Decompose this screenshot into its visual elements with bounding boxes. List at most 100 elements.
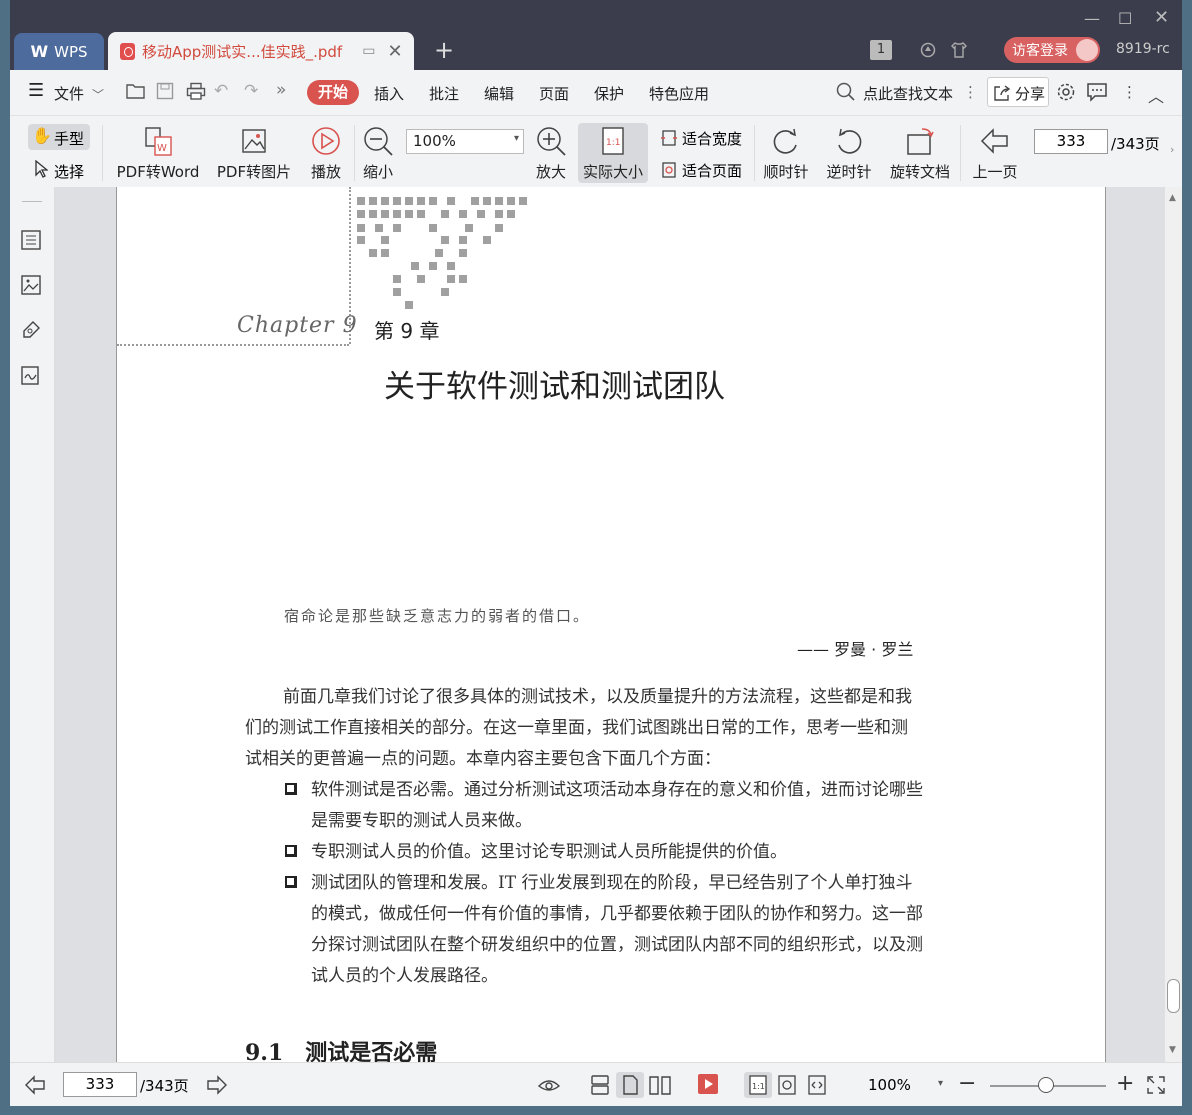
- annotation-pen-icon[interactable]: [20, 319, 42, 341]
- search-icon[interactable]: [836, 82, 856, 102]
- next-page-arrow-icon[interactable]: [206, 1075, 228, 1095]
- paragraph-line: 们的测试工作直接相关的部分。在这一章里面，我们试图跳出日常的工作，思考一些和测: [245, 718, 908, 738]
- shirt-icon[interactable]: [950, 41, 968, 59]
- fit-page-icon[interactable]: [776, 1074, 798, 1096]
- menu-page[interactable]: 页面: [539, 83, 569, 104]
- menu-file[interactable]: 文件: [54, 83, 84, 104]
- fit-width-button[interactable]: 适合宽度: [660, 127, 750, 149]
- more-vertical-icon[interactable]: ⋮: [963, 83, 978, 101]
- skin-icon[interactable]: [920, 42, 936, 58]
- actual-size-label: 实际大小: [582, 163, 643, 181]
- comment-icon[interactable]: [1086, 82, 1108, 102]
- menu-start[interactable]: 开始: [307, 80, 359, 105]
- zoom-in-button[interactable]: 放大: [533, 125, 569, 182]
- hand-tool-button[interactable]: ✋ 手型: [28, 124, 90, 150]
- zoom-out-button[interactable]: 缩小: [360, 125, 396, 182]
- monitor-icon[interactable]: ▭: [362, 43, 375, 59]
- single-page-view-button[interactable]: [616, 1072, 644, 1098]
- share-button[interactable]: 分享: [987, 77, 1049, 107]
- scroll-up-arrow-icon[interactable]: ▲: [1169, 193, 1176, 203]
- zoom-minus-icon[interactable]: −: [958, 1071, 976, 1096]
- redo-icon[interactable]: ↷: [244, 81, 258, 101]
- more-chevron-icon[interactable]: »: [276, 80, 286, 100]
- zoom-slider-handle[interactable]: [1038, 1077, 1054, 1093]
- status-page-input[interactable]: 333: [63, 1072, 137, 1097]
- pdf-to-word-icon: W: [145, 127, 172, 156]
- pdf-file-icon: [120, 42, 135, 60]
- actual-size-button[interactable]: 1:1 实际大小: [578, 123, 648, 183]
- pdf-to-word-button[interactable]: W PDF转Word: [112, 125, 204, 182]
- version-label: 8919-rc: [1116, 41, 1170, 57]
- maximize-icon[interactable]: ☐: [1118, 9, 1132, 28]
- bullet-line: 测试团队的管理和发展。IT 行业发展到现在的阶段，早已经告别了个人单打独斗: [311, 873, 913, 893]
- menu-edit[interactable]: 编辑: [484, 83, 514, 104]
- document-viewport[interactable]: Chapter 9 第 9 章 关于软件测试和测试团队 宿命论是那些缺乏意志力的…: [55, 187, 1165, 1062]
- ribbon-toolbar: ✋ 手型 选择 W PDF转Word PDF转图片 播放 缩小 100% ▾ 放…: [10, 117, 1182, 187]
- new-tab-button[interactable]: +: [434, 36, 454, 64]
- pdf-to-image-button[interactable]: PDF转图片: [213, 125, 295, 182]
- wps-home-tab[interactable]: W WPS: [14, 33, 104, 70]
- minimize-icon[interactable]: —: [1084, 9, 1100, 28]
- fit-page-button[interactable]: 适合页面: [660, 159, 750, 181]
- thumbnail-icon[interactable]: [20, 274, 42, 296]
- checkbox-bullet-icon: [285, 783, 297, 795]
- document-tab[interactable]: 移动App测试实...佳实践_.pdf ▭ ✕: [108, 32, 414, 70]
- status-page-total: /343页: [140, 1077, 189, 1095]
- outline-icon[interactable]: [20, 229, 42, 251]
- rotate-counterclockwise-icon: [838, 128, 862, 154]
- menu-annotate[interactable]: 批注: [429, 83, 459, 104]
- fit-width-label: 适合宽度: [682, 130, 743, 148]
- bullet-line: 的模式，做成任何一件有价值的事情，几乎都要依赖于团队的协作和努力。这一部: [311, 904, 923, 924]
- more-options-icon[interactable]: ⋮: [1122, 83, 1137, 101]
- page-number-input[interactable]: 333: [1034, 129, 1108, 154]
- continuous-view-icon: [591, 1075, 609, 1095]
- toolbar-scroll-right-icon[interactable]: ›: [1170, 143, 1174, 156]
- chevron-down-icon[interactable]: ﹀: [92, 86, 104, 103]
- prev-page-arrow-icon[interactable]: [24, 1075, 46, 1095]
- menu-protect[interactable]: 保护: [594, 83, 624, 104]
- close-tab-icon[interactable]: ✕: [387, 41, 402, 62]
- guest-login-button[interactable]: 访客登录: [1004, 37, 1100, 63]
- rotate-clockwise-button[interactable]: 顺时针: [762, 125, 810, 182]
- play-button[interactable]: 播放: [306, 125, 346, 182]
- save-icon[interactable]: [156, 82, 174, 100]
- open-folder-icon[interactable]: [126, 82, 146, 100]
- chapter-number: 第 9 章: [374, 319, 440, 343]
- undo-icon[interactable]: ↶: [214, 81, 228, 101]
- menu-insert[interactable]: 插入: [374, 83, 404, 104]
- fit-width-icon: [661, 130, 677, 146]
- settings-gear-icon[interactable]: [1056, 82, 1076, 102]
- continuous-view-button[interactable]: [586, 1072, 614, 1098]
- collapse-ribbon-icon[interactable]: ︿: [1148, 83, 1164, 107]
- previous-page-button[interactable]: 上一页: [970, 125, 1020, 182]
- two-page-view-button[interactable]: [646, 1072, 674, 1098]
- fit-width-icon[interactable]: [806, 1074, 828, 1096]
- print-icon[interactable]: [186, 82, 206, 100]
- rotate-document-button[interactable]: 旋转文档: [888, 125, 952, 182]
- avatar-icon: [1076, 39, 1098, 61]
- svg-text:W: W: [157, 143, 167, 154]
- play-slideshow-button[interactable]: [698, 1074, 718, 1094]
- select-tool-button[interactable]: 选择: [28, 157, 90, 183]
- hamburger-menu-icon[interactable]: ☰: [28, 80, 44, 101]
- window-count-badge[interactable]: 1: [870, 40, 892, 60]
- separator: [754, 125, 755, 181]
- rotate-counterclockwise-button[interactable]: 逆时针: [825, 125, 873, 182]
- wps-window: — ☐ ✕ W WPS 移动App测试实...佳实践_.pdf ▭ ✕ + 1 …: [10, 0, 1182, 1106]
- zoom-dropdown-icon[interactable]: ▾: [938, 1078, 943, 1089]
- menu-special[interactable]: 特色应用: [649, 83, 709, 104]
- fullscreen-icon[interactable]: [1146, 1075, 1166, 1095]
- close-window-icon[interactable]: ✕: [1154, 7, 1169, 28]
- zoom-plus-icon[interactable]: +: [1116, 1071, 1134, 1096]
- page-total-label: /343页: [1111, 135, 1160, 153]
- zoom-select[interactable]: 100%: [406, 129, 524, 154]
- scroll-down-arrow-icon[interactable]: ▼: [1169, 1045, 1176, 1055]
- vertical-scrollbar[interactable]: ▲ ▼: [1165, 187, 1182, 1062]
- status-actual-size-button[interactable]: 1:1: [744, 1072, 772, 1098]
- eye-protection-icon[interactable]: [538, 1075, 560, 1095]
- status-zoom-value[interactable]: 100%: [868, 1076, 911, 1094]
- scroll-thumb[interactable]: [1167, 979, 1180, 1013]
- search-text-button[interactable]: 点此查找文本: [863, 83, 953, 104]
- select-tool-label: 选择: [54, 163, 85, 181]
- signature-icon[interactable]: [20, 364, 42, 386]
